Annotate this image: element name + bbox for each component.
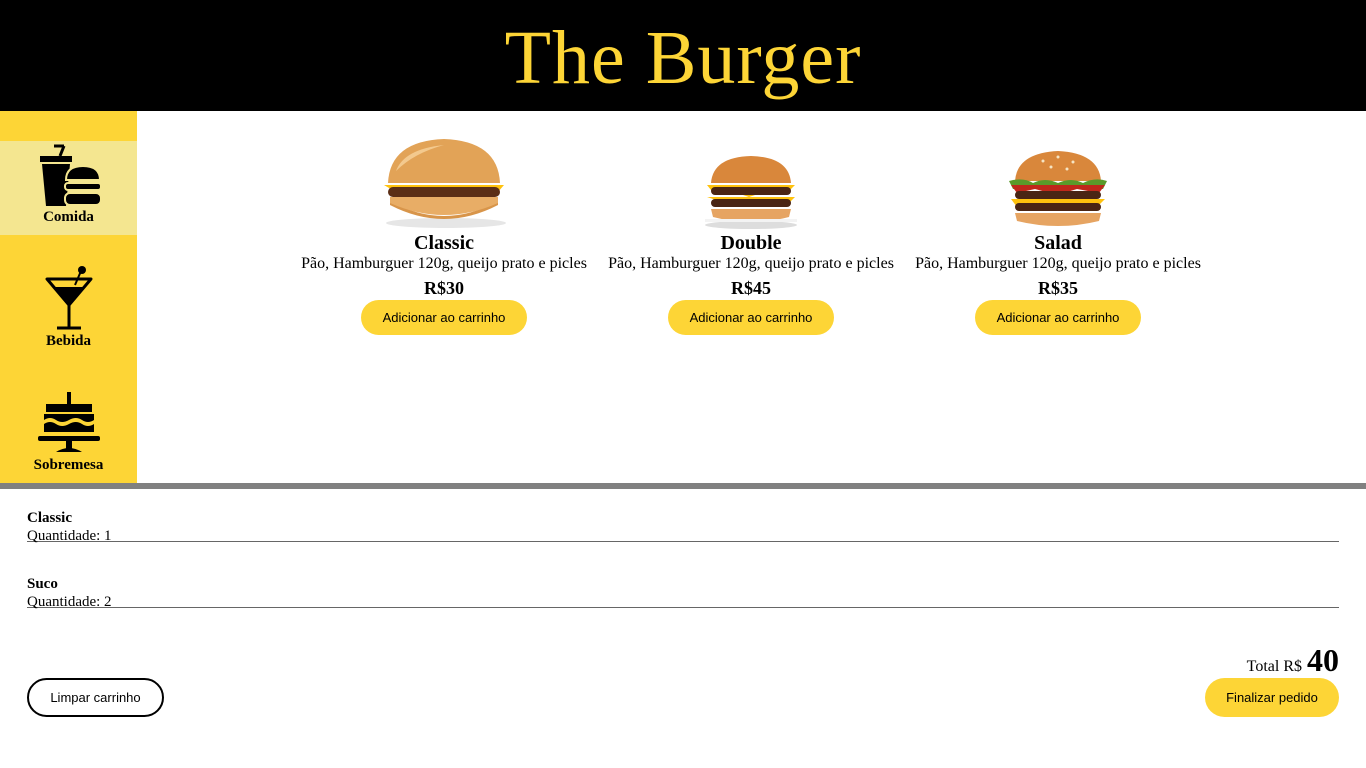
- product-name: Salad: [1034, 232, 1082, 254]
- app-header: The Burger: [0, 0, 1366, 111]
- product-price: R$45: [731, 278, 771, 298]
- product-description: Pão, Hamburguer 120g, queijo prato e pic…: [608, 255, 894, 272]
- product-price: R$30: [424, 278, 464, 298]
- section-divider: [0, 483, 1366, 489]
- cake-icon: [34, 389, 104, 457]
- burger-image: [374, 111, 514, 231]
- app-title: The Burger: [504, 15, 862, 100]
- product-card-double: Double Pão, Hamburguer 120g, queijo prat…: [601, 111, 901, 335]
- cart-item-name: Suco: [27, 576, 58, 592]
- category-bebida[interactable]: Bebida: [0, 265, 137, 359]
- cocktail-icon: [34, 265, 104, 333]
- product-price: R$35: [1038, 278, 1078, 298]
- category-label: Sobremesa: [33, 457, 104, 473]
- add-to-cart-button[interactable]: Adicionar ao carrinho: [975, 300, 1141, 335]
- total-label: Total R$: [1246, 658, 1302, 675]
- cart-item: Suco Quantidade: 2: [27, 575, 1339, 610]
- burger-image: [681, 111, 821, 231]
- category-comida[interactable]: Comida: [0, 141, 137, 235]
- cart-item-quantity: Quantidade: 1: [27, 528, 112, 544]
- finish-order-button[interactable]: Finalizar pedido: [1205, 678, 1339, 717]
- cart-item: Classic Quantidade: 1: [27, 509, 1339, 544]
- product-description: Pão, Hamburguer 120g, queijo prato e pic…: [301, 255, 587, 272]
- total-value: 40: [1307, 642, 1339, 678]
- burger-image: [988, 111, 1128, 231]
- category-label: Bebida: [45, 333, 91, 349]
- product-card-salad: Salad Pão, Hamburguer 120g, queijo prato…: [908, 111, 1208, 335]
- product-name: Classic: [414, 232, 474, 254]
- clear-cart-button[interactable]: Limpar carrinho: [27, 678, 164, 717]
- product-grid: Classic Pão, Hamburguer 120g, queijo pra…: [137, 111, 1366, 483]
- food-icon: [34, 141, 104, 209]
- product-description: Pão, Hamburguer 120g, queijo prato e pic…: [915, 255, 1201, 272]
- category-sidebar: Comida Bebida Sobremesa: [0, 111, 137, 483]
- cart-item-name: Classic: [27, 510, 72, 526]
- category-sobremesa[interactable]: Sobremesa: [0, 389, 137, 483]
- cart-item-quantity: Quantidade: 2: [27, 594, 112, 610]
- product-name: Double: [720, 232, 782, 254]
- cart-total: Total R$ 40: [1247, 643, 1339, 677]
- product-card-classic: Classic Pão, Hamburguer 120g, queijo pra…: [294, 111, 594, 335]
- add-to-cart-button[interactable]: Adicionar ao carrinho: [361, 300, 527, 335]
- category-label: Comida: [43, 209, 94, 225]
- add-to-cart-button[interactable]: Adicionar ao carrinho: [668, 300, 834, 335]
